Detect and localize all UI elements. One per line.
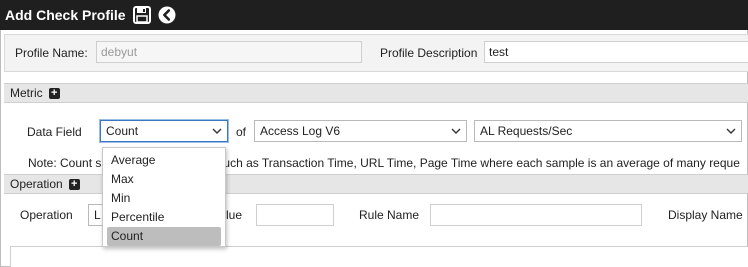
- back-circle-icon[interactable]: [158, 6, 176, 24]
- data-field-select[interactable]: Count: [100, 120, 228, 142]
- rule-name-label: Rule Name: [359, 208, 420, 222]
- profile-name-field[interactable]: debyut: [96, 41, 362, 63]
- measure-select[interactable]: AL Requests/Sec: [474, 120, 742, 142]
- metric-section-label: Metric: [10, 86, 43, 100]
- value-field[interactable]: [256, 204, 334, 226]
- data-field-value: Count: [106, 124, 139, 138]
- data-field-label: Data Field: [27, 125, 82, 139]
- chevron-down-icon: [726, 128, 736, 134]
- profile-description-label: Profile Description: [380, 46, 478, 60]
- chevron-down-icon: [212, 128, 222, 134]
- dropdown-option-min[interactable]: Min: [103, 189, 225, 208]
- display-name-label: Display Name: [668, 208, 743, 222]
- measure-select-value: AL Requests/Sec: [480, 124, 573, 138]
- profile-name-label: Profile Name:: [15, 46, 88, 60]
- operation-section-label: Operation: [10, 177, 63, 191]
- add-operation-icon[interactable]: +: [68, 178, 80, 190]
- operation-label: Operation: [20, 208, 73, 222]
- dropdown-option-average[interactable]: Average: [103, 151, 225, 170]
- chevron-down-icon: [451, 128, 461, 134]
- rule-name-field[interactable]: [430, 204, 642, 226]
- dropdown-option-count[interactable]: Count: [107, 227, 221, 246]
- of-label: of: [236, 125, 247, 139]
- save-icon[interactable]: [132, 6, 151, 24]
- source-select-value: Access Log V6: [260, 124, 341, 138]
- metric-section-header: Metric +: [4, 83, 748, 103]
- operation-select-value: L: [94, 208, 101, 222]
- operation-text-area[interactable]: [10, 246, 748, 267]
- value-label: lue: [226, 208, 243, 222]
- source-select[interactable]: Access Log V6: [254, 120, 467, 142]
- profile-description-field[interactable]: test: [484, 41, 748, 63]
- title-bar: Add Check Profile: [0, 0, 748, 30]
- data-field-dropdown[interactable]: Average Max Min Percentile Count: [102, 147, 226, 247]
- dropdown-option-max[interactable]: Max: [103, 170, 225, 189]
- add-metric-icon[interactable]: +: [48, 87, 60, 99]
- dropdown-option-percentile[interactable]: Percentile: [103, 208, 225, 227]
- page-title: Add Check Profile: [5, 7, 126, 23]
